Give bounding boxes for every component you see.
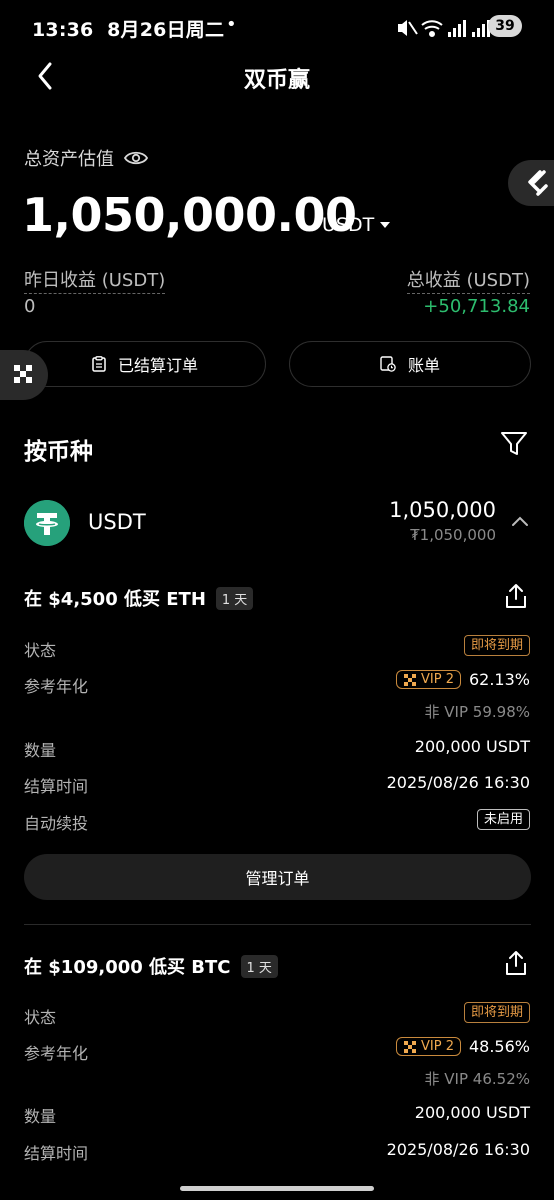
section-title: 按币种 [24,439,93,465]
signal-icon [448,20,466,37]
duration-tag: 1 天 [215,586,254,610]
nonvip-apr: 非 VIP 59.98% [424,703,530,721]
auto-reinvest-label: 自动续投 [24,814,89,833]
bill-label: 账单 [407,356,440,375]
okx-logo-icon [14,365,32,383]
quantity-label: 数量 [24,1107,57,1126]
settle-time-value: 2025/08/26 16:30 [386,1140,530,1159]
usdt-logo-icon [24,500,70,546]
share-icon[interactable] [504,583,528,609]
asset-label: 总资产估值 [24,145,148,171]
apr-label: 参考年化 [24,1044,89,1063]
okx-logo-icon [404,1040,416,1053]
share-icon[interactable] [504,950,528,976]
unit-selector[interactable]: USDT [322,214,391,236]
manage-order-button[interactable]: 管理订单 [24,854,531,900]
unit-label: USDT [322,214,375,236]
status-badge: 即将到期 [463,1001,530,1023]
coin-amount: 1,050,000 [389,498,496,522]
quantity-label: 数量 [24,741,57,760]
apr-label: 参考年化 [24,677,89,696]
coin-row-usdt[interactable]: USDT 1,050,000 ₮1,050,000 [24,498,532,548]
divider [24,924,531,925]
page-title: 双币赢 [243,68,310,93]
header: 双币赢 [0,56,554,100]
status-badge: 即将到期 [463,634,530,656]
vip-badge: VIP 2 [396,670,461,689]
caret-down-icon [380,222,391,228]
order-title-text: 在 $109,000 低买 BTC [24,957,231,978]
bill-clock-icon [380,356,396,372]
auto-reinvest-badge[interactable]: 未启用 [476,808,530,830]
settle-time-label: 结算时间 [24,777,89,796]
total-earnings-value: +50,713.84 [423,296,530,317]
okx-logo-icon [404,673,416,686]
coin-fiat-value: ₮1,050,000 [410,526,496,544]
settle-time-label: 结算时间 [24,1144,89,1163]
quantity-value: 200,000 USDT [414,737,530,756]
settled-orders-label: 已结算订单 [117,356,198,375]
clipboard-icon [92,356,106,372]
order-title: 在 $109,000 低买 BTC 1 天 [24,953,278,979]
order-title: 在 $4,500 低买 ETH 1 天 [24,585,254,611]
apr-value: 62.13% [468,670,530,689]
mute-icon [398,20,418,36]
eye-icon[interactable] [124,150,148,166]
order-title-text: 在 $4,500 低买 ETH [24,589,206,610]
settle-time-value: 2025/08/26 16:30 [386,773,530,792]
bill-button[interactable]: 账单 [289,341,531,387]
home-indicator[interactable] [180,1186,374,1191]
yesterday-earnings-value: 0 [24,296,36,317]
apr-row: VIP 2 48.56% [396,1037,530,1056]
filter-icon[interactable] [500,430,528,458]
status-label: 状态 [24,1008,57,1027]
yesterday-earnings-label[interactable]: 昨日收益 (USDT) [24,266,166,294]
coin-name: USDT [88,510,146,534]
quantity-value: 200,000 USDT [414,1103,530,1122]
asset-label-text: 总资产估值 [24,149,114,170]
settled-orders-button[interactable]: 已结算订单 [24,341,266,387]
nonvip-apr: 非 VIP 46.52% [424,1070,530,1088]
battery-icon: 39 [488,15,522,37]
apr-row: VIP 2 62.13% [396,670,530,689]
status-icons [398,20,490,37]
total-asset-amount: 1,050,000.00 [22,188,357,242]
apr-value: 48.56% [468,1037,530,1056]
status-label: 状态 [24,641,57,660]
status-bar: 13:36 8月26日周二 • 39 [0,0,554,56]
side-swap-button[interactable] [508,160,554,206]
status-dot: • [226,14,237,35]
duration-tag: 1 天 [240,954,278,978]
vip-badge: VIP 2 [396,1037,461,1056]
swap-arrows-icon [528,170,548,196]
chevron-up-icon[interactable] [508,510,532,534]
status-time: 13:36 8月26日周二 [32,19,225,41]
wifi-icon [421,20,443,37]
floating-logo-button[interactable] [0,350,48,400]
total-earnings-label[interactable]: 总收益 (USDT) [406,266,530,294]
